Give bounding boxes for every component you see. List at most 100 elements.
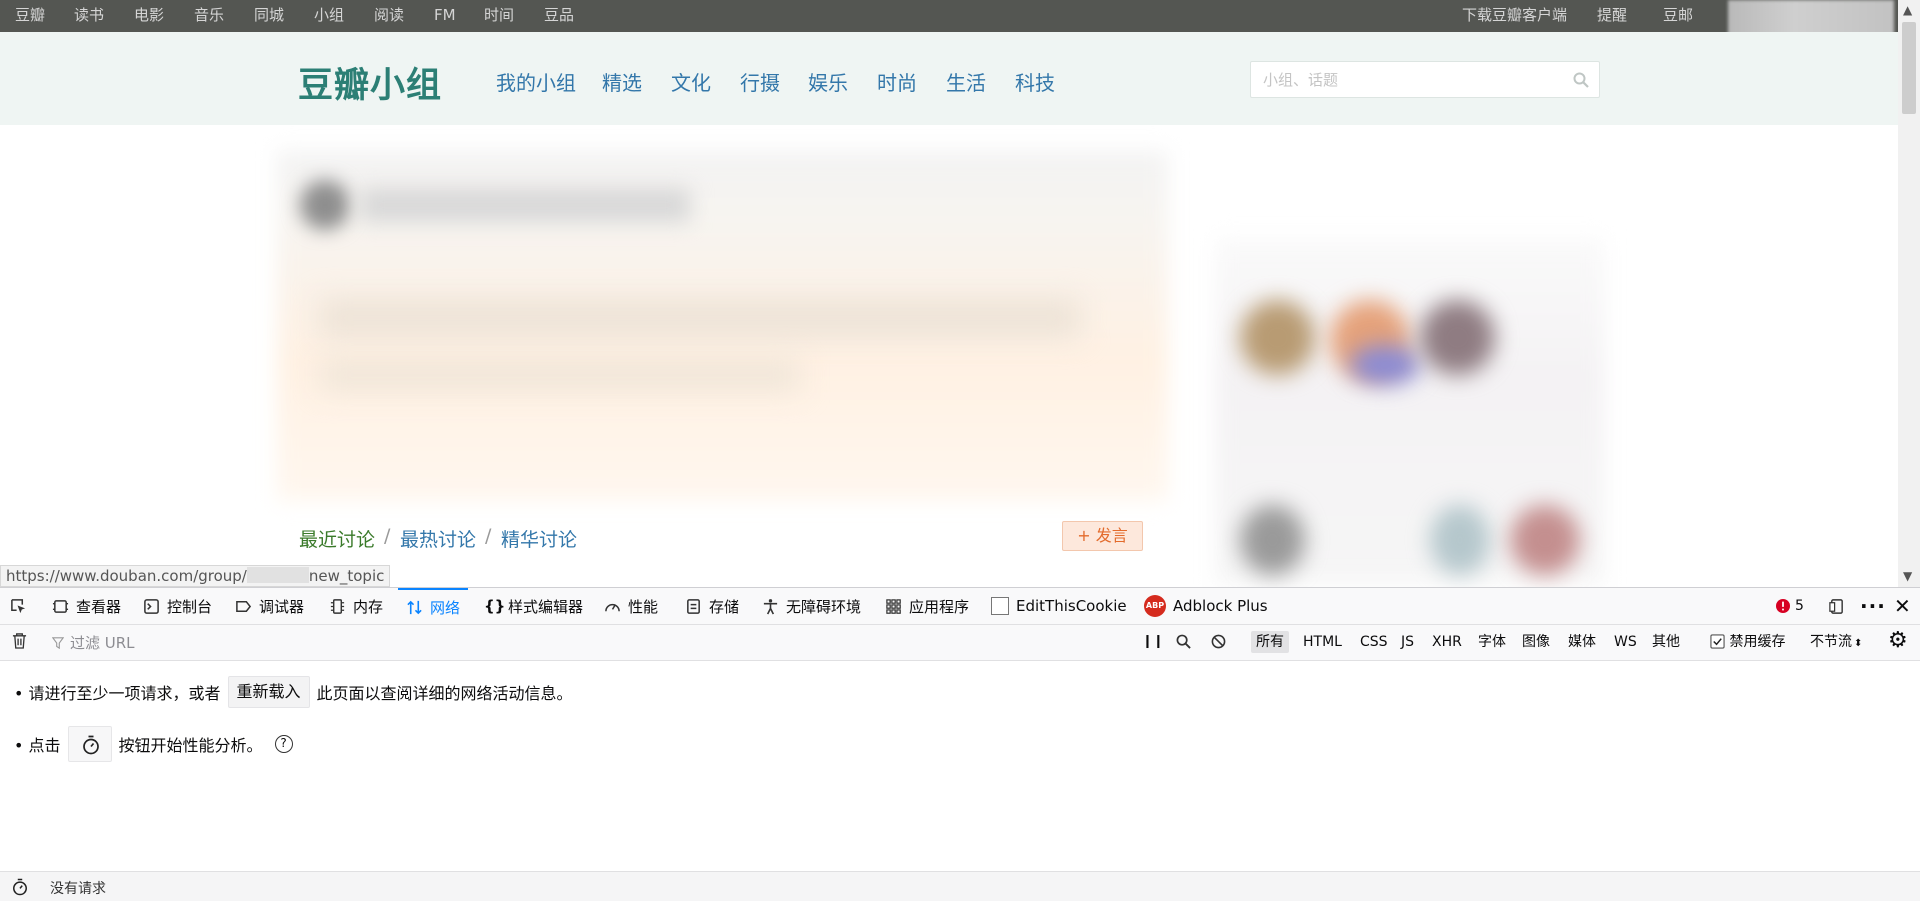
topnav-read[interactable]: 读书 xyxy=(74,0,104,32)
inspector-icon xyxy=(52,599,69,613)
throttling-value: 不节流 xyxy=(1810,634,1852,650)
tab-editthiscookie[interactable]: EditThisCookie xyxy=(991,588,1127,624)
scroll-thumb[interactable] xyxy=(1902,22,1916,114)
pause-button[interactable]: ❙❙ xyxy=(1142,625,1164,659)
search-requests-button[interactable] xyxy=(1176,625,1191,659)
type-filter-js[interactable]: JS xyxy=(1401,625,1414,659)
tab-label: 性能 xyxy=(628,597,659,616)
nav-tech[interactable]: 科技 xyxy=(1015,67,1055,96)
tab-elite-discussions[interactable]: 精华讨论 xyxy=(501,525,577,552)
type-filter-fonts[interactable]: 字体 xyxy=(1478,625,1506,659)
tab-accessibility[interactable]: 无障碍环境 xyxy=(762,588,861,624)
close-icon: ✕ xyxy=(1894,594,1911,618)
douban-group-logo[interactable]: 豆瓣小组 xyxy=(298,57,442,108)
topnav-reading[interactable]: 阅读 xyxy=(374,0,404,32)
close-devtools-button[interactable]: ✕ xyxy=(1894,588,1911,624)
tab-label: 应用程序 xyxy=(909,597,970,616)
nav-travel-photo[interactable]: 行摄 xyxy=(740,67,780,96)
search-icon xyxy=(1176,634,1191,649)
tab-label: 存储 xyxy=(709,597,740,616)
dock-toggle-button[interactable] xyxy=(1828,588,1845,624)
reload-button[interactable]: 重新载入 xyxy=(227,676,310,708)
adblock-plus-icon: ABP xyxy=(1144,595,1166,617)
scroll-down-icon[interactable]: ▼ xyxy=(1903,570,1912,582)
tab-application[interactable]: 应用程序 xyxy=(885,588,969,624)
network-empty-state: • 请进行至少一项请求，或者 重新载入 此页面以查阅详细的网络活动信息。 • 点… xyxy=(0,662,1920,871)
page-scrollbar[interactable]: ▲ ▼ xyxy=(1898,0,1920,587)
tab-hot-discussions[interactable]: 最热讨论 xyxy=(400,525,476,552)
topnav-time[interactable]: 时间 xyxy=(484,0,514,32)
type-filter-xhr[interactable]: XHR xyxy=(1432,625,1462,659)
network-summary-bar: 没有请求 xyxy=(0,871,1920,901)
disable-cache-label: 禁用缓存 xyxy=(1729,634,1786,650)
tab-label: Adblock Plus xyxy=(1173,597,1268,615)
error-count-indicator[interactable]: 5 xyxy=(1776,588,1804,624)
throttling-select[interactable]: 不节流 ⬍ xyxy=(1810,625,1862,659)
network-settings-button[interactable]: ⚙ xyxy=(1888,625,1908,659)
topnav-fm[interactable]: FM xyxy=(434,0,456,32)
stopwatch-icon[interactable] xyxy=(12,878,28,896)
tab-memory[interactable]: 内存 xyxy=(329,588,383,624)
accessibility-icon xyxy=(763,598,778,614)
search-input[interactable] xyxy=(1263,62,1563,97)
tab-inspector[interactable]: 查看器 xyxy=(52,588,121,624)
topnav-douban[interactable]: 豆瓣 xyxy=(15,0,45,32)
type-filter-other[interactable]: 其他 xyxy=(1652,625,1680,659)
empty-message-text: • 点击 xyxy=(14,736,61,755)
help-icon[interactable]: ? xyxy=(274,735,293,753)
topnav-local[interactable]: 同城 xyxy=(254,0,284,32)
nav-featured[interactable]: 精选 xyxy=(602,67,642,96)
type-filter-media[interactable]: 媒体 xyxy=(1568,625,1596,659)
type-filter-all[interactable]: 所有 xyxy=(1251,631,1289,653)
style-editor-icon: {} xyxy=(484,596,506,615)
empty-message-perf: • 点击 按钮开始性能分析。 ? xyxy=(14,726,293,762)
start-performance-analysis-button[interactable] xyxy=(67,726,112,762)
type-filter-html[interactable]: HTML xyxy=(1303,625,1342,659)
request-summary: 没有请求 xyxy=(50,881,106,897)
search-icon[interactable] xyxy=(1573,72,1589,88)
error-icon xyxy=(1776,599,1790,613)
tab-storage[interactable]: 存储 xyxy=(685,588,739,624)
more-options-button[interactable]: ··· xyxy=(1860,588,1886,624)
element-picker-button[interactable] xyxy=(10,588,27,624)
banner-title-blurred xyxy=(360,188,690,222)
scroll-up-icon[interactable]: ▲ xyxy=(1903,4,1912,16)
topnav-movie[interactable]: 电影 xyxy=(134,0,164,32)
tab-style-editor[interactable]: {} 样式编辑器 xyxy=(484,588,583,624)
tab-debugger[interactable]: 调试器 xyxy=(235,588,304,624)
new-post-button[interactable]: + 发言 xyxy=(1062,521,1143,551)
tab-separator: / xyxy=(485,525,492,547)
topnav-mail[interactable]: 豆邮 xyxy=(1663,0,1693,32)
clear-log-button[interactable] xyxy=(12,625,27,659)
nav-life[interactable]: 生活 xyxy=(946,67,986,96)
tab-adblock-plus[interactable]: ABP Adblock Plus xyxy=(1144,588,1268,624)
topnav-market[interactable]: 豆品 xyxy=(544,0,574,32)
topnav-music[interactable]: 音乐 xyxy=(194,0,224,32)
banner-text-blurred xyxy=(320,300,1080,336)
type-filter-ws[interactable]: WS xyxy=(1614,625,1637,659)
nav-fashion[interactable]: 时尚 xyxy=(877,67,917,96)
gear-icon: ⚙ xyxy=(1888,628,1908,653)
block-requests-button[interactable] xyxy=(1211,625,1226,659)
tab-label: 调试器 xyxy=(259,597,305,616)
topnav-download-app[interactable]: 下载豆瓣客户端 xyxy=(1462,0,1567,32)
type-filter-images[interactable]: 图像 xyxy=(1522,625,1550,659)
topnav-reminders[interactable]: 提醒 xyxy=(1597,0,1627,32)
nav-my-groups[interactable]: 我的小组 xyxy=(496,67,576,96)
performance-icon xyxy=(605,603,620,611)
console-icon xyxy=(144,598,159,614)
type-filter-css[interactable]: CSS xyxy=(1360,625,1388,659)
topnav-group[interactable]: 小组 xyxy=(314,0,344,32)
tab-performance[interactable]: 性能 xyxy=(604,588,658,624)
redacted-group-id xyxy=(246,567,309,583)
status-url-suffix: new_topic xyxy=(308,567,385,585)
empty-message-text: 此页面以查阅详细的网络活动信息。 xyxy=(316,684,573,703)
tab-console[interactable]: 控制台 xyxy=(143,588,212,624)
tab-latest-discussions[interactable]: 最近讨论 xyxy=(299,525,375,552)
tab-label: 控制台 xyxy=(167,597,213,616)
nav-entertainment[interactable]: 娱乐 xyxy=(808,67,848,96)
filter-url-input[interactable] xyxy=(70,632,1150,654)
nav-culture[interactable]: 文化 xyxy=(671,67,711,96)
tab-network[interactable]: 网络 xyxy=(398,588,469,624)
disable-cache-toggle[interactable]: 禁用缓存 xyxy=(1710,625,1785,659)
